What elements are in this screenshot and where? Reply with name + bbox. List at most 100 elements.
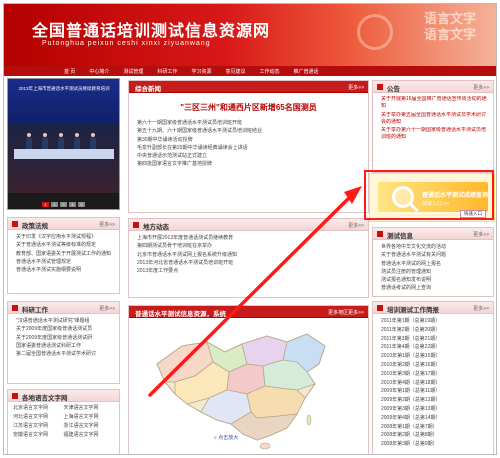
news-headline[interactable]: "三区三州"和通西片区新增65名国测员 — [129, 102, 368, 116]
list-item[interactable]: 普通话水平测试的网上报名 — [381, 260, 488, 268]
list-item[interactable]: 关于举办第六十一期国家级普通话水平测试员培训班的通知 — [381, 127, 488, 141]
nav-learning-resources[interactable]: 学习资源 — [184, 68, 218, 75]
list-item[interactable]: 第六十一期国家级普通话水平测试员培训班开班 — [137, 119, 363, 127]
photo-slideshow[interactable]: 2013年上海市普通话水平测试员继续教育培训 1 2 3 4 5 — [7, 78, 120, 210]
language-sites-panel: 各地语言文字网 北京语言文字网 天津语言文字网 河北语言文字网 上海语言文字网 … — [7, 389, 120, 454]
china-map[interactable] — [147, 324, 347, 450]
nav-research[interactable]: 科研工作 — [150, 68, 184, 75]
notice-more-link[interactable]: 更多>> — [473, 84, 489, 91]
list-item[interactable]: 普通话水平测试实施纲要说明 — [16, 266, 114, 274]
slide-dot[interactable]: 5 — [78, 202, 85, 207]
local-updates-more-link[interactable]: 更多>> — [348, 222, 364, 229]
language-sites-icon — [12, 393, 18, 399]
list-item[interactable]: 关于印发《汉字应用水平测试规程》 — [16, 233, 114, 241]
list-item[interactable]: 第四批国家语言文字推广基地授牌 — [137, 160, 363, 168]
list-item[interactable]: 关于普通话水平测试等级标准的规定 — [16, 241, 114, 249]
local-updates-panel: 地方动态 更多>> 上海市开展2013年度普通话测试员继续教育 第四期测试员骨干… — [128, 218, 369, 298]
language-site-link[interactable]: 天津语言文字网 — [64, 405, 115, 412]
list-item[interactable]: 2011年第4期（总第22期） — [381, 343, 488, 352]
nav-about[interactable]: 中心简介 — [82, 68, 116, 75]
list-item[interactable]: 北京市普通话水平测试网上报名系统升级通知 — [137, 251, 363, 259]
language-site-link[interactable]: 浙江语言文字网 — [64, 423, 115, 430]
slide-dot[interactable]: 1 — [42, 202, 49, 207]
research-more-link[interactable]: 更多>> — [99, 305, 115, 312]
slide-dot[interactable]: 2 — [51, 202, 58, 207]
list-item[interactable]: 关于开展第16届全国推广普通话宣传周活动的通知 — [381, 96, 488, 110]
list-item[interactable]: 2008年第1期（总第7期） — [381, 423, 488, 432]
list-item[interactable]: 2010年第3期（总第17期） — [381, 370, 488, 379]
nav-work-updates[interactable]: 工作动态 — [252, 68, 286, 75]
language-site-link[interactable]: 福建语言文字网 — [64, 432, 115, 439]
briefing-more-link[interactable]: 更多>> — [473, 305, 489, 312]
list-item[interactable]: 关于举办第五届全国普通话水平测试员学术研讨会的通知 — [381, 112, 488, 126]
list-item[interactable]: 国家语委普通话测试科研工作 — [16, 342, 114, 350]
policy-more-link[interactable]: 更多>> — [99, 221, 115, 228]
local-updates-title: 地方动态 — [143, 224, 169, 231]
list-item[interactable]: 上海市开展2013年度普通话测试员继续教育 — [137, 234, 363, 242]
list-item[interactable]: 教育部、国家语委关于开展测试工作的通知 — [16, 250, 114, 258]
research-header: 科研工作 更多>> — [8, 302, 119, 314]
language-site-link[interactable]: 河北语言文字网 — [13, 414, 64, 421]
list-item[interactable]: 世界各地中华文化交流的活动 — [381, 243, 488, 251]
list-item[interactable]: 普通话水平测试管理规定 — [16, 258, 114, 266]
list-item[interactable]: 中央普通话示范测试站正式建立 — [137, 152, 363, 160]
list-item[interactable]: 2008年第3期（总第9期） — [381, 440, 488, 449]
policy-list: 关于印发《汉字应用水平测试规程》 关于普通话水平测试等级标准的规定 教育部、国家… — [8, 230, 119, 274]
list-item[interactable]: 关于2009年度国家级普通话测试研 — [16, 334, 114, 342]
nav-test-management[interactable]: 测试管理 — [116, 68, 150, 75]
test-info-header: 测试信息 更多>> — [373, 228, 493, 240]
language-site-link[interactable]: 上海语言文字网 — [64, 414, 115, 421]
test-info-panel: 测试信息 更多>> 世界各地中华文化交流的活动 关于普通话水平测试有关问题 普通… — [372, 227, 494, 297]
language-site-link[interactable]: 江苏语言文字网 — [13, 423, 64, 430]
nav-feedback[interactable]: 意见建议 — [218, 68, 252, 75]
list-item[interactable]: 2013年河北省普通话水平测试员培训班开班 — [137, 259, 363, 267]
policy-icon — [12, 221, 18, 227]
list-item[interactable]: 2010年第4期（总第18期） — [381, 379, 488, 388]
list-item[interactable]: "汉语普通话水平测试研究"课题组 — [16, 317, 114, 325]
map-zoom-link[interactable]: ⌕ 点击放大 — [214, 434, 238, 441]
news-list: 第六十一期国家级普通话水平测试员培训班开班 第五十九期、六十期国家级普通话水平测… — [129, 116, 368, 169]
list-item[interactable]: 2010年第1期（总第15期） — [381, 352, 488, 361]
list-item[interactable]: 关于普通话水平测试有关问题 — [381, 251, 488, 259]
list-item[interactable]: 2011年第3期（总第21期） — [381, 335, 488, 344]
list-item[interactable]: 第二届全国普通话水平测试学术研讨 — [16, 350, 114, 358]
list-item[interactable]: 测试员注册的管理通知 — [381, 268, 488, 276]
list-item[interactable]: 2009年第3期（总第13期） — [381, 405, 488, 414]
list-item[interactable]: 第30期中华诵读活动授牌 — [137, 136, 363, 144]
magnifier-icon: ⌕ — [214, 435, 217, 441]
slide-dot[interactable]: 4 — [69, 202, 76, 207]
briefing-header: 培训测试工作简报 更多>> — [373, 302, 493, 314]
list-item[interactable]: 2009年第4期（总第14期） — [381, 414, 488, 423]
person-figure — [58, 133, 64, 149]
person-figure — [26, 133, 32, 149]
news-more-link[interactable]: 更多>> — [348, 84, 364, 91]
list-item[interactable]: 第五十九期、六十期国家级普通话水平测试员培训班结业 — [137, 127, 363, 135]
list-item[interactable]: 2009年第1期（总第11期） — [381, 387, 488, 396]
language-site-link[interactable]: 安徽语言文字网 — [13, 432, 64, 439]
list-item[interactable]: 第四期测试员骨干培训班在京举办 — [137, 242, 363, 250]
list-item[interactable]: 2008年第2期（总第8期） — [381, 431, 488, 440]
language-sites-title: 各地语言文字网 — [22, 395, 68, 402]
list-item[interactable]: 关于2009年度国家级普通话测试员 — [16, 325, 114, 333]
test-info-more-link[interactable]: 更多>> — [473, 231, 489, 238]
list-item[interactable]: 测试报名通知发布说明 — [381, 276, 488, 284]
site-title[interactable]: 全国普通话培训测试信息资源网 — [32, 17, 270, 41]
nav-promotion[interactable]: 推广普通话 — [286, 68, 325, 75]
language-site-link[interactable]: 北京语言文字网 — [13, 405, 64, 412]
person-figure — [74, 133, 80, 149]
list-item[interactable]: 2009年第2期（总第12期） — [381, 396, 488, 405]
nav-home[interactable]: 首 页 — [4, 68, 82, 75]
list-item[interactable]: 2011年第2期（总第20期） — [381, 326, 488, 335]
list-item[interactable]: 2010年第2期（总第16期） — [381, 361, 488, 370]
slide-dot[interactable]: 3 — [60, 202, 67, 207]
language-sites-grid: 北京语言文字网 天津语言文字网 河北语言文字网 上海语言文字网 江苏语言文字网 … — [8, 402, 119, 442]
local-updates-header: 地方动态 更多>> — [129, 219, 368, 231]
research-icon — [12, 305, 18, 311]
list-item[interactable]: 2013年度工作要点 — [137, 267, 363, 275]
list-item[interactable]: 毛泉升副部长在第29期中华诵读经典诵读会上讲话 — [137, 144, 363, 152]
list-item[interactable]: 2011年第1期（总第19期） — [381, 317, 488, 326]
map-header: 普通话水平测试信息资源，系统 更多地区更多>> — [129, 306, 368, 318]
list-item[interactable]: 普通话考试的网上查询 — [381, 284, 488, 292]
map-zoom-label: 点击放大 — [218, 435, 239, 441]
map-more-link[interactable]: 更多地区更多>> — [328, 309, 364, 316]
